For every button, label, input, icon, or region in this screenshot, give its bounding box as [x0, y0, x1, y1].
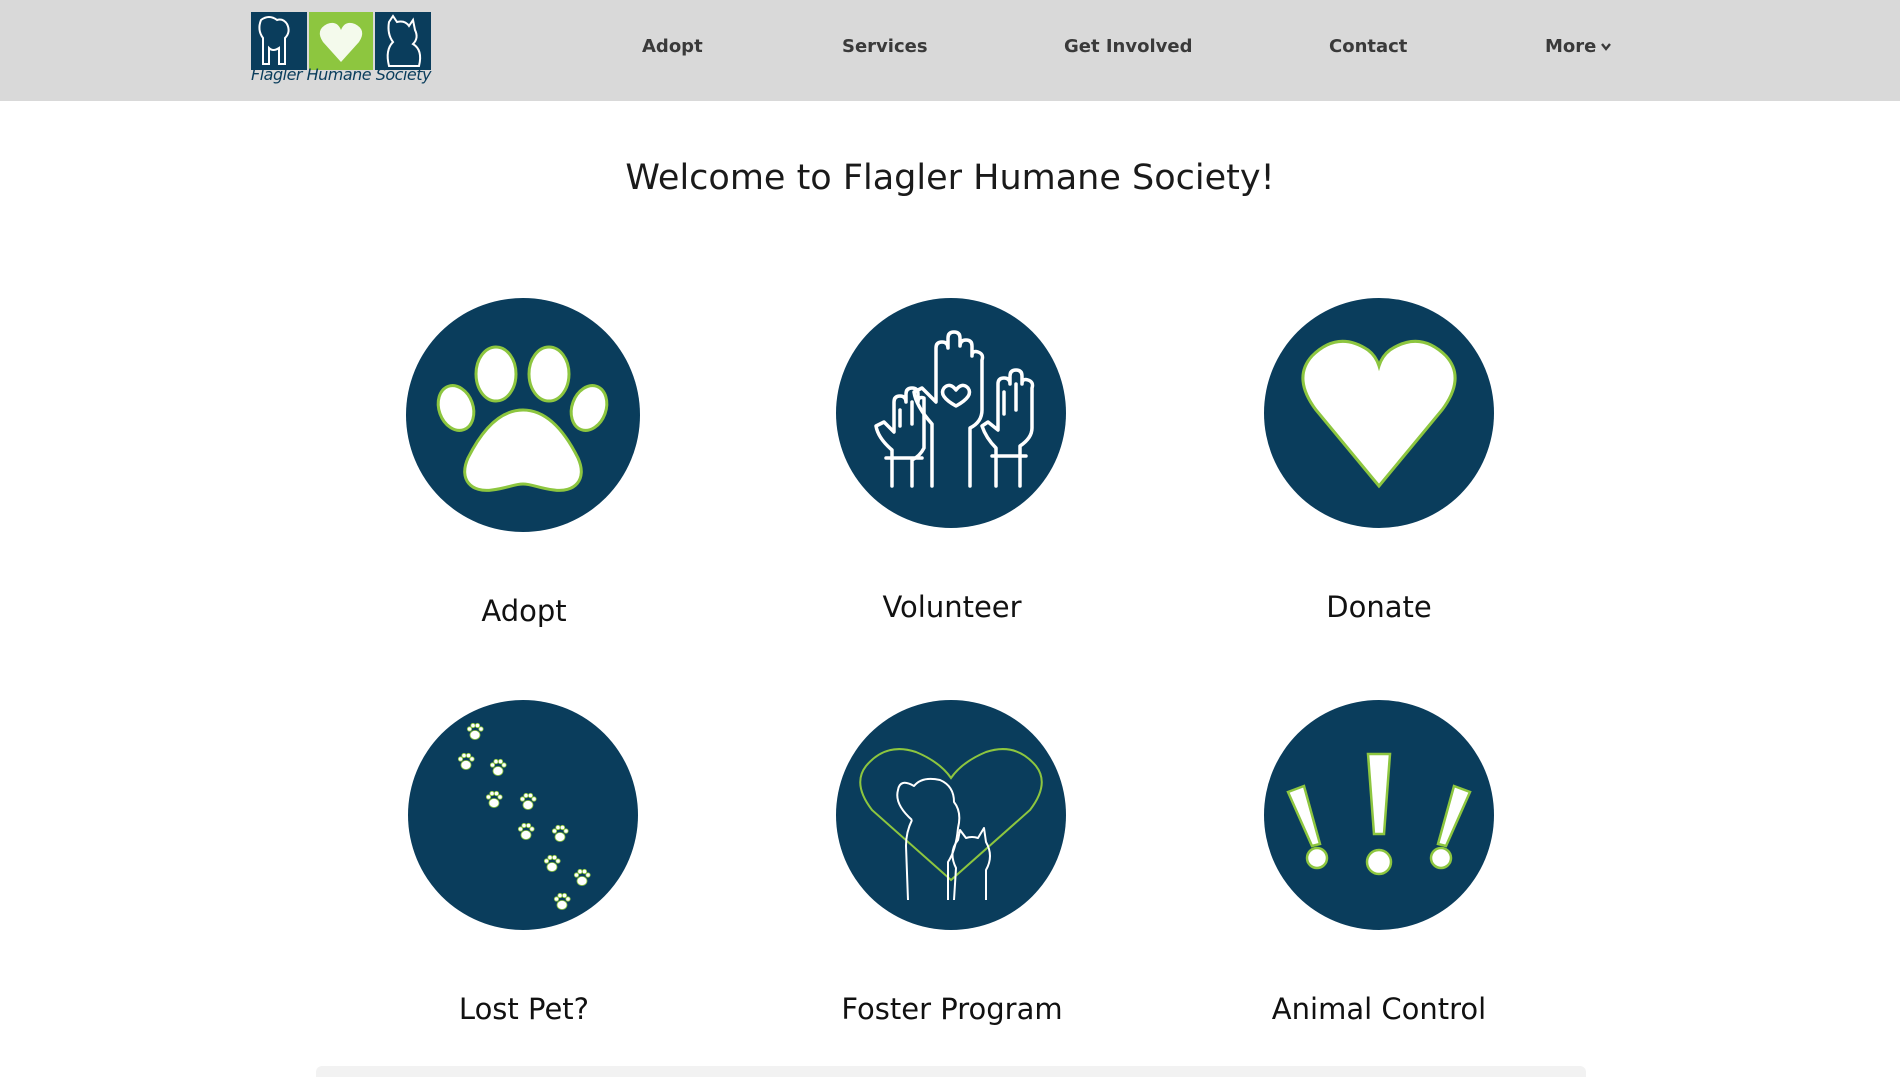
tile-lost-pet[interactable]: Lost Pet?	[344, 700, 704, 1035]
chevron-down-icon	[1601, 43, 1612, 51]
tile-adopt-label: Adopt	[481, 594, 567, 628]
site-header: Flagler Humane Society Adopt Services Ge…	[0, 0, 1900, 101]
tile-donate-label: Donate	[1326, 590, 1432, 624]
tile-foster-program[interactable]: Foster Program	[772, 700, 1132, 1035]
nav-adopt[interactable]: Adopt	[642, 36, 703, 57]
foster-circle	[836, 700, 1066, 930]
tile-animal-control-label: Animal Control	[1271, 992, 1487, 1026]
tile-volunteer-label: Volunteer	[882, 590, 1022, 624]
animal-control-circle	[1264, 700, 1494, 930]
lost-pet-circle	[408, 700, 638, 930]
paw-prints-trail-icon	[457, 722, 591, 910]
logo-graphic-icon	[251, 12, 431, 70]
logo-wordmark: Flagler Humane Society	[251, 65, 431, 84]
tile-animal-control[interactable]: Animal Control	[1199, 700, 1559, 1035]
page-title: Welcome to Flagler Humane Society!	[625, 158, 1275, 198]
tile-adopt[interactable]: Adopt	[344, 298, 704, 633]
site-logo[interactable]: Flagler Humane Society	[251, 12, 431, 90]
nav-more-label: More	[1545, 36, 1597, 57]
footer-strip	[316, 1066, 1586, 1077]
donate-circle	[1264, 298, 1494, 528]
exclamation-marks-icon	[1286, 752, 1472, 876]
adopt-circle	[406, 298, 640, 532]
tile-foster-program-label: Foster Program	[841, 992, 1063, 1026]
tile-donate[interactable]: Donate	[1199, 298, 1559, 633]
heart-icon	[1301, 339, 1457, 489]
paw-icon	[436, 345, 609, 492]
nav-get-involved[interactable]: Get Involved	[1064, 36, 1192, 57]
raised-hands-icon	[874, 330, 1035, 488]
volunteer-circle	[836, 298, 1066, 528]
tile-lost-pet-label: Lost Pet?	[458, 992, 590, 1026]
nav-services[interactable]: Services	[842, 36, 928, 57]
nav-contact[interactable]: Contact	[1329, 36, 1407, 57]
dog-cat-heart-icon	[859, 748, 1043, 901]
nav-more[interactable]: More	[1545, 36, 1612, 57]
tile-volunteer[interactable]: Volunteer	[772, 298, 1132, 633]
